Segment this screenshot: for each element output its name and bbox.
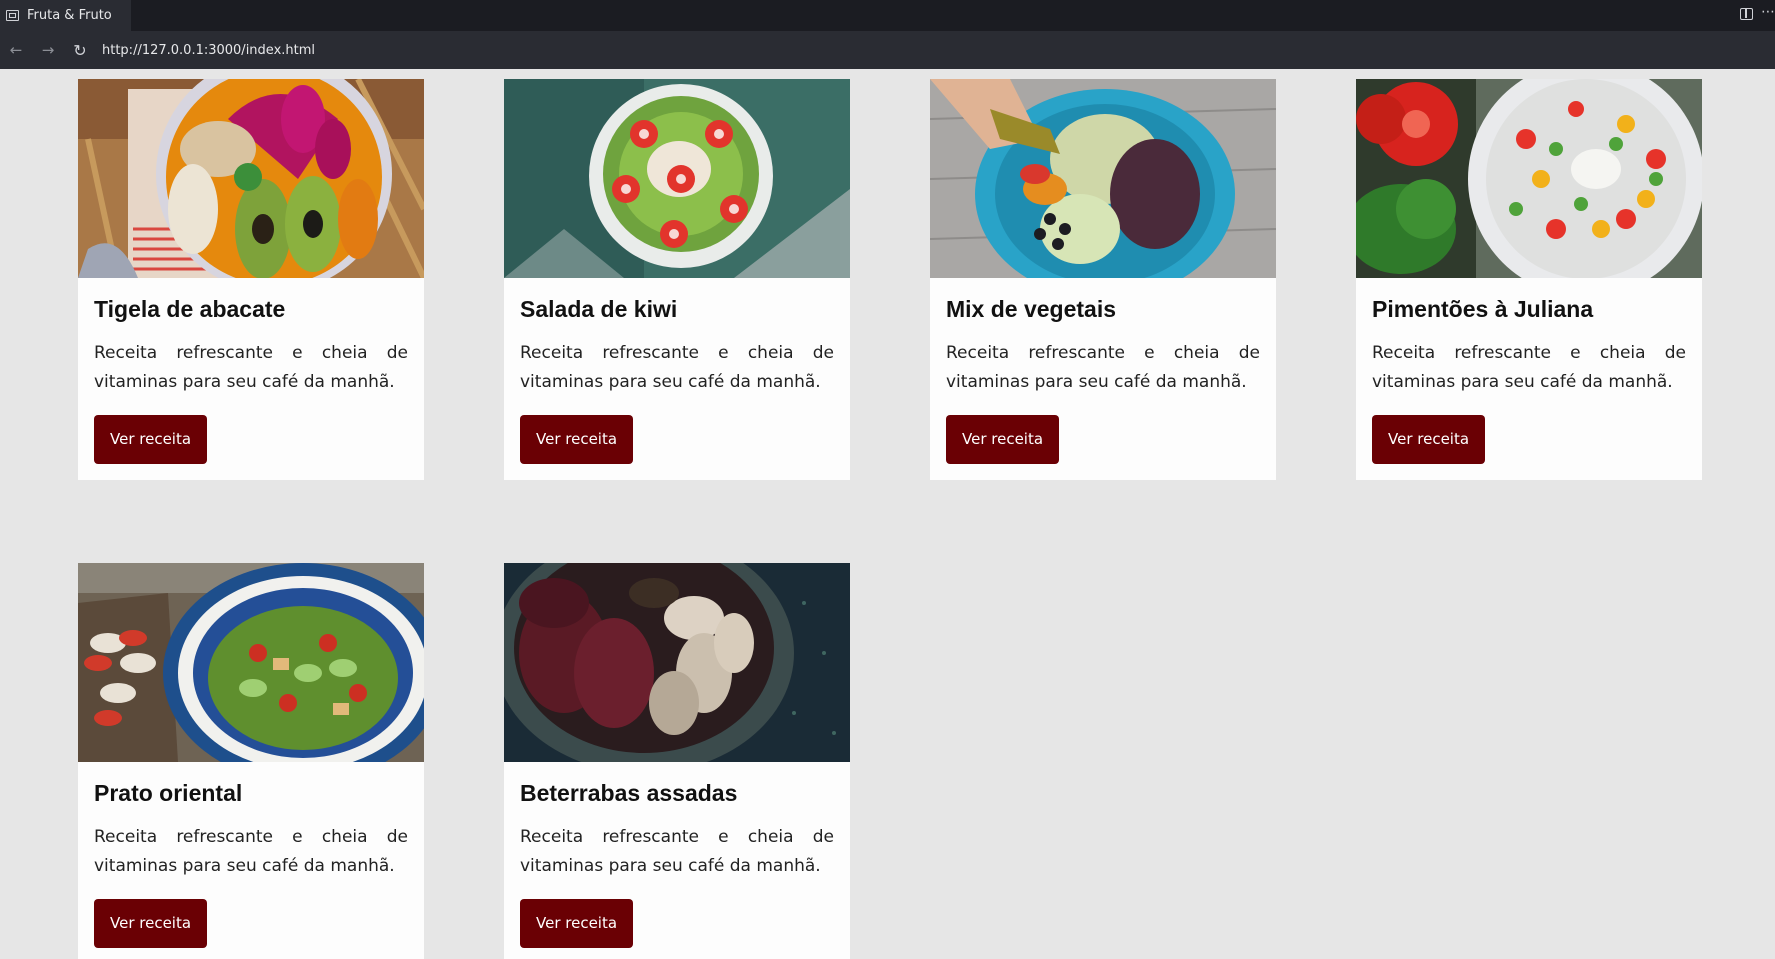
recipe-title: Prato oriental xyxy=(94,780,243,806)
recipe-title: Salada de kiwi xyxy=(520,296,678,322)
view-recipe-button[interactable]: Ver receita xyxy=(946,415,1060,464)
recipe-card: Pimentões à Juliana Receita refrescante … xyxy=(1356,79,1702,480)
recipe-card: Mix de vegetais Receita refrescante e ch… xyxy=(930,79,1276,480)
more-options-icon[interactable]: ⋯ xyxy=(1761,4,1775,20)
split-view-icon[interactable] xyxy=(1740,8,1753,20)
recipe-description: Receita refrescante e cheia de vitaminas… xyxy=(94,343,408,392)
recipe-description: Receita refrescante e cheia de vitaminas… xyxy=(1372,343,1686,392)
recipe-card: Prato oriental Receita refrescante e che… xyxy=(78,563,424,959)
acai-avocado-bowl-photo xyxy=(78,79,424,278)
reload-icon[interactable]: ↻ xyxy=(64,35,96,65)
recipe-description: Receita refrescante e cheia de vitaminas… xyxy=(520,343,834,392)
recipe-description: Receita refrescante e cheia de vitaminas… xyxy=(946,343,1260,392)
kiwi-strawberry-bowl-photo xyxy=(504,79,850,278)
forward-arrow-icon[interactable]: → xyxy=(32,35,64,65)
back-arrow-icon[interactable]: ← xyxy=(0,35,32,65)
view-recipe-button[interactable]: Ver receita xyxy=(520,899,634,948)
page-content: Tigela de abacate Receita refrescante e … xyxy=(0,69,1775,959)
view-recipe-button[interactable]: Ver receita xyxy=(94,899,208,948)
recipe-description: Receita refrescante e cheia de vitaminas… xyxy=(520,827,834,876)
recipe-card: Beterrabas assadas Receita refrescante e… xyxy=(504,563,850,959)
recipe-title: Pimentões à Juliana xyxy=(1372,296,1594,322)
oriental-salad-bowl-photo xyxy=(78,563,424,762)
browser-navbar: ← → ↻ http://127.0.0.1:3000/index.html xyxy=(0,31,1775,69)
recipe-title: Beterrabas assadas xyxy=(520,780,738,806)
browser-titlebar: Fruta & Fruto ⋯ xyxy=(0,0,1775,31)
address-bar[interactable]: http://127.0.0.1:3000/index.html xyxy=(102,43,315,58)
view-recipe-button[interactable]: Ver receita xyxy=(94,415,208,464)
tab-title: Fruta & Fruto xyxy=(27,8,112,23)
recipe-card: Tigela de abacate Receita refrescante e … xyxy=(78,79,424,480)
recipe-description: Receita refrescante e cheia de vitaminas… xyxy=(94,827,408,876)
page-icon xyxy=(6,10,19,21)
recipe-title: Mix de vegetais xyxy=(946,296,1117,322)
browser-tab[interactable]: Fruta & Fruto xyxy=(0,0,131,31)
vegetable-mix-plate-photo xyxy=(930,79,1276,278)
pepper-salad-plate-photo xyxy=(1356,79,1702,278)
roasted-beets-bowl-photo xyxy=(504,563,850,762)
view-recipe-button[interactable]: Ver receita xyxy=(520,415,634,464)
recipe-title: Tigela de abacate xyxy=(94,296,286,322)
recipe-card: Salada de kiwi Receita refrescante e che… xyxy=(504,79,850,480)
view-recipe-button[interactable]: Ver receita xyxy=(1372,415,1486,464)
